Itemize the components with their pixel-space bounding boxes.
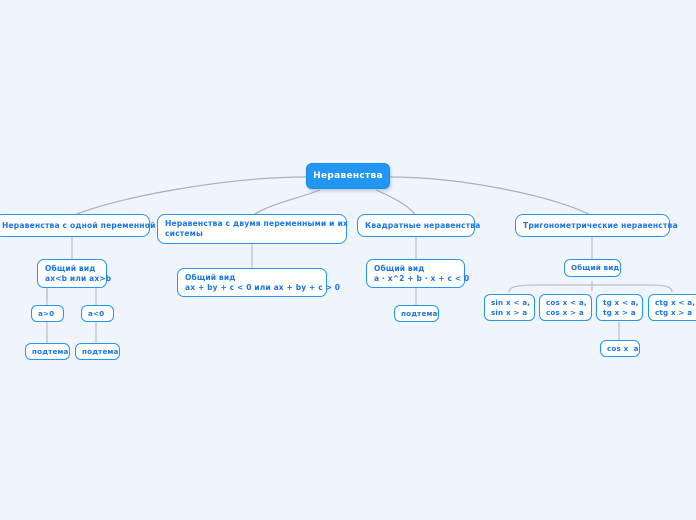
node-general-form-quadratic-label: Общий вид a · x^2 + b · x + c < 0: [374, 263, 470, 283]
node-trig-tg-label: tg x < a, tg x > a: [603, 298, 639, 317]
node-trig-tg[interactable]: tg x < a, tg x > a: [596, 294, 643, 321]
edge-root-to-quadratic: [375, 189, 417, 217]
node-general-form-quadratic[interactable]: Общий вид a · x^2 + b · x + c < 0: [366, 259, 470, 288]
node-general-form-trigonometric[interactable]: Общий вид: [564, 259, 621, 277]
node-branch-quadratic-label: Квадратные неравенства: [365, 220, 481, 230]
node-branch-one-variable[interactable]: Неравенства с одной переменной: [0, 214, 156, 237]
node-branch-quadratic[interactable]: Квадратные неравенства: [357, 214, 481, 237]
edge-trig-fan: [508, 284, 673, 293]
node-a-less-than-zero[interactable]: a<0: [81, 305, 114, 322]
node-trig-cos-child-label: cos x a: [607, 343, 639, 353]
node-general-form-one-variable-label: Общий вид ax<b или ax>b: [45, 263, 112, 283]
node-subtopic-a-greater-than-zero[interactable]: подтема: [25, 343, 70, 360]
node-general-form-trigonometric-label: Общий вид: [571, 263, 620, 273]
node-trig-cos-child[interactable]: cos x a: [600, 340, 640, 357]
edge-root-to-two-var: [251, 189, 321, 217]
edge-root-to-one-var: [71, 176, 307, 217]
node-general-form-one-variable[interactable]: Общий вид ax<b или ax>b: [37, 259, 112, 288]
node-a-less-than-zero-label: a<0: [88, 308, 105, 318]
node-trig-ctg[interactable]: ctg x < a, ctg x > a: [648, 294, 696, 321]
node-general-form-two-variables-label: Общий вид ax + by + c < 0 или ax + by + …: [185, 272, 341, 292]
node-root-label: Неравенства: [313, 171, 383, 181]
node-trig-sin-label: sin x < a, sin x > a: [491, 298, 531, 317]
node-trig-cos[interactable]: cos x < a, cos x > a: [539, 294, 592, 321]
mindmap-canvas: Неравенства Неравенства с одной переменн…: [0, 0, 696, 520]
node-branch-one-variable-label: Неравенства с одной переменной: [2, 220, 156, 230]
node-trig-ctg-label: ctg x < a, ctg x > a: [655, 298, 696, 317]
node-a-greater-than-zero-label: a>0: [38, 308, 55, 318]
node-root[interactable]: Неравенства: [306, 163, 390, 189]
node-subtopic-quadratic-label: подтема: [401, 308, 438, 318]
node-subtopic-a-greater-than-zero-label: подтема: [32, 346, 69, 356]
node-branch-trigonometric-label: Тригонометрические неравенства: [523, 220, 678, 230]
node-subtopic-a-less-than-zero[interactable]: подтема: [75, 343, 120, 360]
node-branch-two-variables[interactable]: Неравенства с двумя переменными и их сис…: [157, 214, 348, 244]
node-subtopic-a-less-than-zero-label: подтема: [82, 346, 119, 356]
edge-root-to-trig: [389, 176, 593, 217]
node-branch-trigonometric[interactable]: Тригонометрические неравенства: [515, 214, 678, 237]
node-general-form-two-variables[interactable]: Общий вид ax + by + c < 0 или ax + by + …: [177, 268, 341, 297]
node-subtopic-quadratic[interactable]: подтема: [394, 305, 439, 322]
node-a-greater-than-zero[interactable]: a>0: [31, 305, 64, 322]
node-trig-sin[interactable]: sin x < a, sin x > a: [484, 294, 535, 321]
node-trig-cos-label: cos x < a, cos x > a: [546, 298, 587, 317]
node-branch-two-variables-label: Неравенства с двумя переменными и их сис…: [165, 219, 348, 238]
